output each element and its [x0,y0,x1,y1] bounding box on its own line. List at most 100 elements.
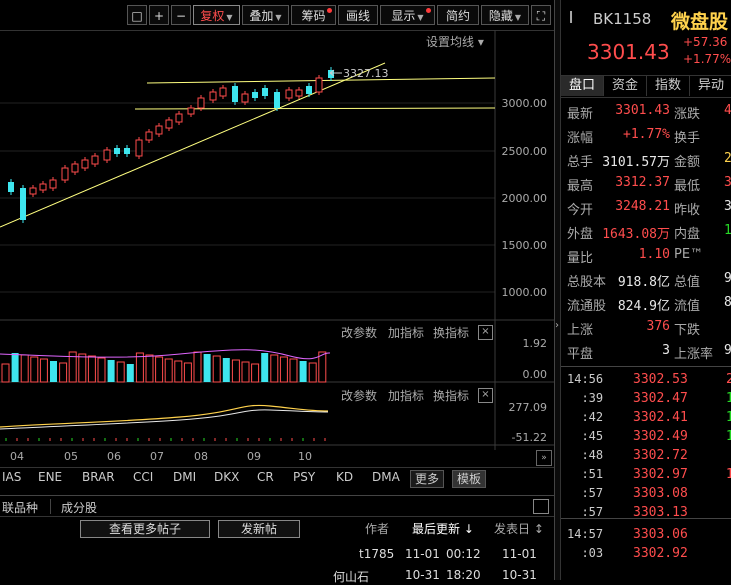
quote-label: 最高 [567,179,594,194]
tick-price: 3302.92 [633,546,688,561]
sub1-add-indicator[interactable]: 加指标 [388,324,424,341]
divider [561,366,731,367]
post-date: 11-01 [405,547,440,561]
fullscreen-icon[interactable]: ⛶ [531,5,551,25]
tab-brar[interactable]: BRAR [82,470,115,484]
info-icon[interactable]: ❙ [566,9,576,23]
quote-label: 流值 [674,299,701,314]
quote-label: 金额 [674,155,701,170]
kline-chart[interactable]: 设置均线 ▾ 3327.13 3000.00 2500.00 2000.00 1… [0,30,555,450]
tick-volume: 2 [726,372,731,387]
view-more-posts-button[interactable]: 查看更多帖子 [80,520,210,538]
overlay-dropdown[interactable]: 叠加 ▼ [242,5,289,25]
volume-bar [116,361,125,383]
draw-line-button[interactable]: 画线 [338,5,378,25]
tab-related-products[interactable]: 联品种 [2,499,38,516]
zoom-in-button[interactable]: + [149,5,169,25]
col-post-date[interactable]: 发表日 ↕ [494,520,544,537]
display-button[interactable]: 显示 ▼ [380,5,435,25]
candle [71,163,79,173]
post-created: 11-01 [502,547,537,561]
volume-bars [0,349,331,383]
volume-bar [107,360,115,382]
quote-label: 总手 [567,155,594,170]
tab-funds[interactable]: 资金 [604,76,647,96]
tab-ias[interactable]: IAS [2,470,21,484]
post-author[interactable]: t1785 [359,547,394,561]
tab-kd[interactable]: KD [336,470,353,484]
post-author[interactable]: 何山石 [333,568,369,585]
tab-psy[interactable]: PSY [293,470,315,484]
candle [285,89,293,99]
quote-row: 今开 3248.21 昨收 3 [561,199,731,222]
template-button[interactable]: 模板 [452,470,487,488]
window-icon[interactable]: □ [127,5,147,25]
quote-label: 平盘 [567,347,594,362]
collapse-icon[interactable] [533,499,549,514]
tick-price: 3303.06 [633,527,688,542]
volume-bar [203,354,211,382]
chips-button[interactable]: 筹码 [291,5,336,25]
col-author[interactable]: 作者 [365,520,389,537]
more-button[interactable]: 更多 [410,470,445,488]
y-tick: 3000.00 [501,97,548,110]
tab-index[interactable]: 指数 [647,76,690,96]
tab-constituents[interactable]: 成分股 [61,499,97,516]
quote-value: 3101.57万 [602,155,670,170]
hide-button[interactable]: 隐藏 ▼ [481,5,529,25]
tab-cci[interactable]: CCI [133,470,153,484]
volume-bar [241,361,250,383]
quote-label: 涨跌 [674,107,701,122]
volume-bar [299,361,307,382]
col-latest[interactable]: 最后更新 ↓ [412,520,474,537]
price-change: +57.36 [683,35,728,49]
tab-ene[interactable]: ENE [38,470,62,484]
tab-order-book[interactable]: 盘口 [561,76,604,96]
candle [315,77,323,93]
y-tick: 277.09 [508,401,548,414]
divider [50,499,51,514]
collapse-arrow-icon[interactable]: › [555,320,559,331]
indicator-tabs: IAS ENE BRAR CCI DMI DKX CR PSY KD DMA 更… [0,467,555,488]
tick-time: :42 [567,410,604,424]
fuquan-dropdown[interactable]: 复权 ▼ [193,5,240,25]
sub2-switch-indicator[interactable]: 换指标 [433,387,469,404]
sub2-edit-params[interactable]: 改参数 [341,387,377,404]
tick-time: :51 [567,467,604,481]
tick-time: :03 [567,546,604,560]
tick-time: 14:57 [567,527,604,541]
volume-bar [261,353,269,382]
tick-time: :48 [567,448,604,462]
y-tick: -51.22 [511,431,547,444]
ma-setting-button[interactable]: 设置均线 ▾ [426,33,484,50]
candle [8,182,14,192]
volume-bar [289,358,298,383]
quote-value: 4 [724,103,731,118]
quote-label: 总值 [674,275,701,290]
scroll-right-icon[interactable]: » [536,450,552,466]
sub1-close-icon[interactable]: × [478,325,493,340]
tab-cr[interactable]: CR [257,470,274,484]
y-tick: 2000.00 [501,192,548,205]
new-post-button[interactable]: 发新帖 [218,520,300,538]
post-time: 00:12 [446,547,481,561]
sub2-close-icon[interactable]: × [478,388,493,403]
y-tick: 2500.00 [501,145,548,158]
candle [209,91,217,101]
candle [274,92,280,108]
simple-button[interactable]: 简约 [437,5,479,25]
sub1-edit-params[interactable]: 改参数 [341,324,377,341]
quote-row: 总股本 918.8亿 总值 9 [561,271,731,294]
security-name: 微盘股 [671,11,729,33]
tab-dmi[interactable]: DMI [173,470,196,484]
tab-anomaly[interactable]: 异动 [690,76,731,96]
tab-dkx[interactable]: DKX [214,470,239,484]
sub2-add-indicator[interactable]: 加指标 [388,387,424,404]
divider [0,516,555,517]
zoom-out-button[interactable]: − [171,5,191,25]
volume-bar [78,353,87,383]
candle [81,159,89,169]
quote-value: 3 [724,199,731,214]
sub1-switch-indicator[interactable]: 换指标 [433,324,469,341]
tab-dma[interactable]: DMA [372,470,400,484]
